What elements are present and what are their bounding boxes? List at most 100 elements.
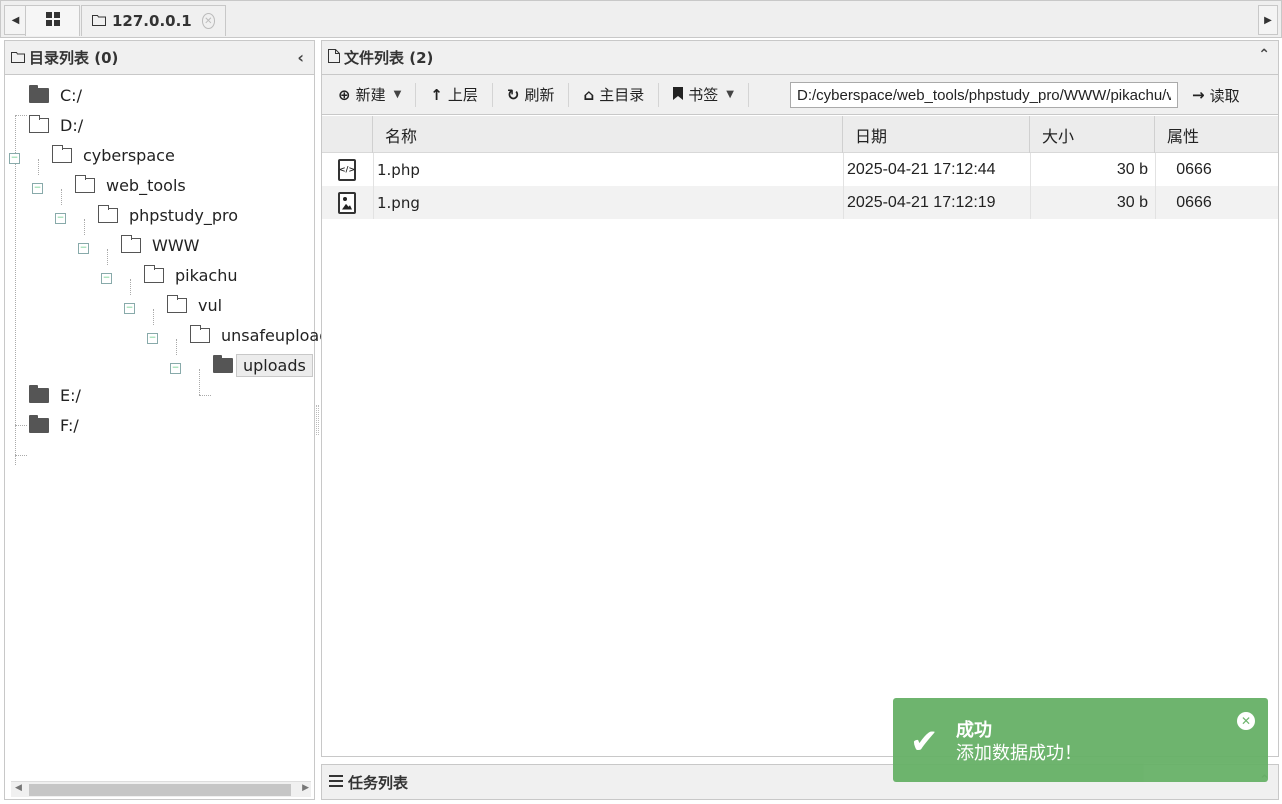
folder-icon	[29, 84, 49, 103]
tab-close-icon[interactable]: ✕	[201, 13, 215, 29]
tab-scroll-left-button[interactable]: ◀	[4, 5, 26, 35]
tab-host[interactable]: 127.0.0.1 ✕	[81, 5, 226, 36]
folder-open-icon	[29, 114, 49, 133]
new-button-label: 新建	[355, 86, 386, 104]
folder-open-icon	[121, 234, 141, 253]
home-dir-button[interactable]: ⌂ 主目录	[575, 80, 652, 110]
tree-node-c-drive[interactable]: C:/	[29, 81, 82, 109]
tree-node-label: cyberspace	[83, 145, 175, 165]
tree-node-www[interactable]: WWW	[121, 231, 199, 259]
folder-outline-icon	[11, 49, 25, 67]
file-name: 1.php	[377, 160, 420, 179]
file-panel-title: 文件列表 (2)	[344, 49, 434, 67]
read-label: 读取	[1209, 86, 1240, 105]
arrow-up-icon: ↑	[430, 85, 443, 104]
path-input[interactable]	[790, 82, 1178, 108]
tree-node-uploads[interactable]: uploads	[213, 351, 313, 379]
up-level-label: 上层	[447, 86, 478, 104]
tree-node-pikachu[interactable]: pikachu	[144, 261, 237, 289]
toast-close-icon[interactable]: ✕	[1237, 712, 1255, 730]
tree-toggle-icon[interactable]: −	[78, 243, 89, 254]
directory-panel-header: 目录列表 (0) ‹	[5, 41, 314, 75]
folder-open-icon	[52, 144, 72, 163]
tree-toggle-icon[interactable]: −	[32, 183, 43, 194]
tree-node-label-selected: uploads	[236, 353, 313, 377]
tree-node-label: F:/	[60, 415, 79, 435]
column-header-size[interactable]: 大小	[1030, 116, 1155, 153]
directory-panel: 目录列表 (0) ‹ − − − − − − − − C:/ D:/ cyber…	[4, 40, 329, 800]
check-icon: ✔	[910, 722, 939, 762]
file-size: 30 b	[1116, 160, 1148, 178]
tree-node-f-drive[interactable]: F:/	[29, 411, 79, 439]
tree-node-unsafeupload[interactable]: unsafeupload	[190, 321, 329, 349]
success-toast: ✔ 成功 添加数据成功！ ✕	[893, 698, 1268, 782]
tree-node-label: vul	[198, 295, 223, 315]
folder-open-icon	[190, 324, 210, 343]
new-button[interactable]: ⊕ 新建 ▼	[330, 80, 409, 110]
file-size: 30 b	[1116, 193, 1148, 211]
folder-icon	[213, 354, 233, 373]
up-level-button[interactable]: ↑ 上层	[422, 80, 486, 110]
tree-node-label: D:/	[60, 115, 84, 135]
task-panel-title: 任务列表	[348, 773, 409, 792]
refresh-button[interactable]: ↻ 刷新	[499, 80, 563, 110]
grid-icon	[45, 12, 60, 30]
plus-circle-icon: ⊕	[338, 85, 351, 104]
tree-node-label: phpstudy_pro	[129, 205, 238, 225]
tree-node-label: unsafeupload	[221, 325, 330, 345]
caret-down-icon: ▼	[393, 89, 402, 100]
refresh-label: 刷新	[524, 86, 555, 104]
file-row[interactable]: 1.png 2025-04-21 17:12:19 30 b 0666	[322, 186, 1278, 219]
collapse-panel-icon[interactable]: ‹	[297, 48, 304, 67]
tree-toggle-icon[interactable]: −	[55, 213, 66, 224]
file-attr: 0666	[1176, 193, 1212, 211]
tree-toggle-icon[interactable]: −	[124, 303, 135, 314]
collapse-up-icon[interactable]: ⌃	[1258, 47, 1270, 63]
list-icon	[329, 773, 343, 791]
home-dir-label: 主目录	[599, 86, 645, 104]
tree-node-cyberspace[interactable]: cyberspace	[52, 141, 175, 169]
tree-toggle-icon[interactable]: −	[9, 153, 20, 164]
read-button[interactable]: → 读取	[1184, 80, 1248, 110]
horizontal-scrollbar[interactable]: ◀ ▶	[11, 781, 311, 797]
tree-toggle-icon[interactable]: −	[170, 363, 181, 374]
file-name: 1.png	[377, 193, 420, 212]
tree-node-phpstudy-pro[interactable]: phpstudy_pro	[98, 201, 238, 229]
file-row[interactable]: </> 1.php 2025-04-21 17:12:44 30 b 0666	[322, 153, 1278, 186]
tree-node-label: web_tools	[106, 175, 186, 195]
tab-host-label: 127.0.0.1	[112, 12, 192, 30]
tree-node-web-tools[interactable]: web_tools	[75, 171, 186, 199]
directory-panel-title: 目录列表 (0)	[29, 49, 119, 67]
tree-toggle-icon[interactable]: −	[101, 273, 112, 284]
column-header-name[interactable]: 名称	[373, 116, 843, 153]
tree-toggle-icon[interactable]: −	[147, 333, 158, 344]
tree-node-vul[interactable]: vul	[167, 291, 222, 319]
file-panel-header: 文件列表 (2) ⌃	[322, 41, 1278, 75]
column-header-attr[interactable]: 属性	[1155, 116, 1278, 153]
file-grid-header: 名称 日期 大小 属性	[322, 116, 1278, 153]
folder-open-icon	[75, 174, 95, 193]
scroll-right-icon[interactable]: ▶	[302, 783, 309, 793]
file-toolbar: ⊕ 新建 ▼ ↑ 上层 ↻ 刷新 ⌂ 主目录 书签 ▼ →	[322, 75, 1278, 115]
directory-tree: − − − − − − − − C:/ D:/ cyberspace web_t…	[5, 75, 329, 775]
folder-icon	[29, 384, 49, 403]
scrollbar-thumb[interactable]	[29, 784, 291, 796]
tree-node-e-drive[interactable]: E:/	[29, 381, 81, 409]
column-header-date[interactable]: 日期	[843, 116, 1030, 153]
tree-node-label: C:/	[60, 85, 82, 105]
folder-open-icon	[98, 204, 118, 223]
tab-home[interactable]	[25, 5, 80, 36]
tree-node-label: E:/	[60, 385, 81, 405]
file-date: 2025-04-21 17:12:44	[847, 160, 996, 178]
panel-splitter[interactable]	[316, 405, 319, 435]
tree-node-d-drive[interactable]: D:/	[29, 111, 83, 139]
php-file-icon: </>	[338, 158, 356, 181]
folder-open-icon	[167, 294, 187, 313]
scroll-left-icon[interactable]: ◀	[15, 783, 22, 793]
folder-icon	[29, 414, 49, 433]
file-attr: 0666	[1176, 160, 1212, 178]
column-header-icon	[322, 116, 373, 153]
tab-scroll-right-button[interactable]: ▶	[1258, 5, 1278, 35]
bookmark-button[interactable]: 书签 ▼	[665, 80, 742, 110]
folder-open-icon	[144, 264, 164, 283]
